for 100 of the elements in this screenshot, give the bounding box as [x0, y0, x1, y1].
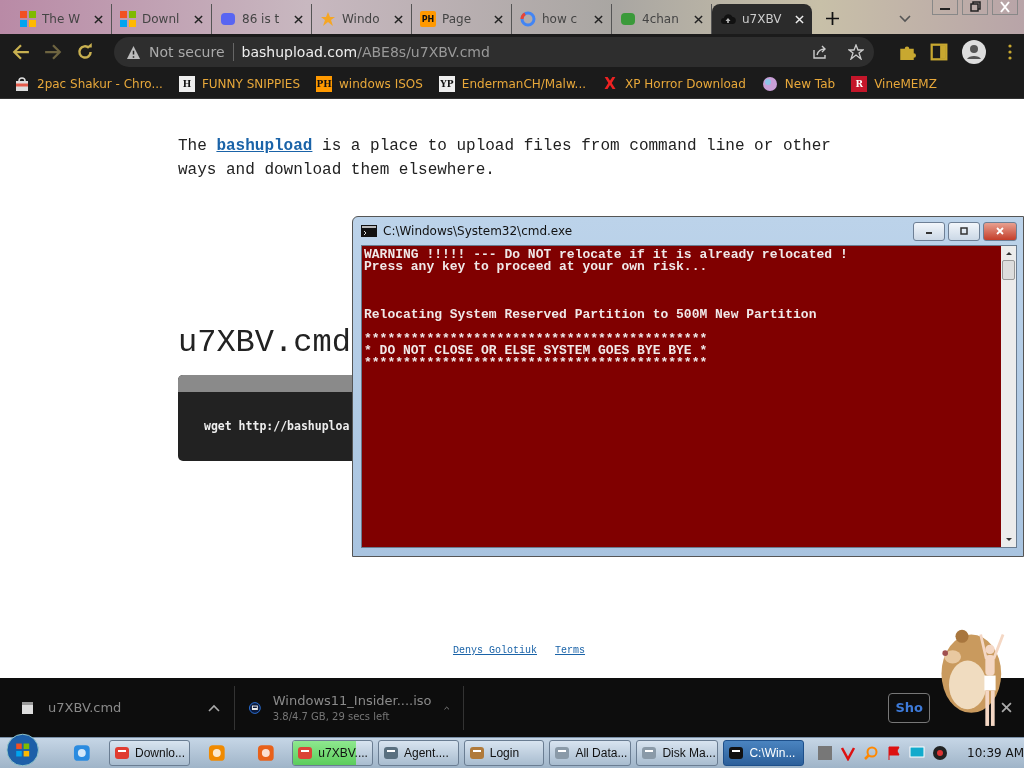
taskbar-button[interactable]: u7XBV.... — [292, 740, 373, 766]
app-icon — [383, 745, 399, 761]
site-icon: PH — [420, 11, 436, 27]
site-icon: R — [851, 76, 868, 92]
close-button[interactable] — [983, 221, 1017, 241]
tab-title: 86 is t — [242, 12, 281, 26]
close-icon[interactable] — [594, 14, 603, 24]
file-icon — [20, 699, 36, 716]
bookmark[interactable]: YP EndermanCH/Malw... — [438, 76, 587, 92]
console-line: * DO NOT CLOSE OR ELSE SYSTEM GOES BYE BYE * — [364, 345, 709, 357]
security-label: Not secure — [149, 44, 225, 60]
taskbar-button[interactable]: C:\Win... — [723, 740, 805, 766]
download-name: Windows11_Insider....iso — [272, 693, 432, 708]
tab-title: Windo — [342, 12, 381, 26]
window-title: C:\Windows\System32\cmd.exe — [383, 224, 573, 238]
browser-tab[interactable]: u7XBV — [712, 4, 812, 34]
cloud-upload-icon — [720, 11, 736, 27]
tray-icon[interactable] — [817, 745, 834, 761]
site-icon: X — [602, 76, 619, 92]
maximize-icon — [959, 227, 969, 235]
app-icon — [468, 745, 485, 761]
menu-icon[interactable] — [1008, 44, 1012, 60]
globe-icon — [761, 76, 778, 92]
chevron-down-icon[interactable] — [899, 15, 911, 23]
tab-title: The W — [42, 12, 81, 26]
shopping-bag-icon — [14, 76, 30, 92]
tab-title: how c — [542, 12, 579, 26]
minimize-icon[interactable] — [932, 0, 958, 15]
site-icon — [620, 11, 636, 27]
app-icon[interactable] — [72, 743, 92, 763]
bookmark[interactable]: H FUNNY SNIPPIES — [178, 76, 301, 92]
close-icon — [995, 227, 1005, 235]
maximize-button[interactable] — [948, 221, 980, 241]
forward-arrow-icon[interactable] — [44, 43, 62, 61]
minimize-button[interactable] — [913, 221, 945, 241]
taskbar-button[interactable]: Disk Ma... — [636, 740, 719, 766]
tab-title: 4chan — [642, 12, 680, 26]
console-line: WARNING !!!!! --- Do NOT relocate if it is already relocated ! — [364, 249, 849, 261]
close-icon[interactable] — [1001, 702, 1012, 713]
download-item[interactable]: u7XBV.cmd — [20, 685, 235, 730]
console-icon — [361, 225, 377, 237]
close-icon[interactable] — [94, 14, 103, 24]
taskbar-button[interactable]: Agent.... — [378, 740, 459, 766]
close-icon[interactable] — [194, 14, 203, 24]
bookmark[interactable]: New Tab — [761, 76, 836, 92]
footer-link[interactable]: Denys Golotiuk — [453, 645, 537, 656]
bookmark[interactable]: R VineMEMZ — [851, 76, 937, 92]
site-icon: YP — [438, 76, 455, 92]
caret-icon[interactable] — [208, 703, 220, 712]
new-tab-icon[interactable] — [826, 12, 839, 25]
taskbar-button[interactable]: Login — [463, 740, 545, 766]
scroll-thumb[interactable] — [1002, 260, 1015, 280]
close-icon[interactable] — [694, 14, 703, 24]
start-button[interactable] — [6, 733, 40, 767]
console-line: ******************************************** — [364, 357, 709, 369]
site-icon — [220, 11, 236, 27]
tab-title: Downl — [142, 12, 181, 26]
close-icon[interactable] — [394, 14, 403, 24]
scrollbar[interactable] — [1001, 246, 1016, 547]
share-icon[interactable] — [812, 44, 828, 60]
star-icon — [320, 11, 336, 27]
windows-logo-icon — [20, 11, 36, 27]
app-icon — [554, 745, 571, 761]
download-item[interactable]: Windows11_Insider....iso 3.8/4.7 GB, 29 secs left — [249, 685, 464, 730]
close-icon[interactable] — [294, 14, 303, 24]
download-status: 3.8/4.7 GB, 29 secs left — [272, 711, 391, 722]
taskbar-button[interactable]: All Data... — [549, 740, 632, 766]
footer-link[interactable]: Terms — [555, 645, 585, 656]
bookmark[interactable]: PH windows ISOS — [316, 76, 423, 92]
address-bar[interactable]: Not secure bashupload.com/ABE8s/u7XBV.cmd — [114, 37, 874, 67]
flag-icon[interactable] — [886, 745, 903, 761]
bookmark[interactable]: 2pac Shakur - Chro... — [14, 76, 163, 92]
speaker-icon[interactable] — [932, 745, 949, 761]
show-all-button[interactable]: Sho — [888, 692, 930, 723]
file-name-heading: u7XBV.cmd — [178, 325, 351, 361]
windows-logo-icon — [120, 11, 136, 27]
console-line: ******************************************** — [364, 333, 709, 345]
intro-text: The bashupload is a place to upload files from command line or other ways and download them elsewhere. — [178, 136, 832, 181]
profile-icon[interactable] — [962, 40, 986, 64]
bookmark[interactable]: X XP Horror Download — [602, 76, 746, 92]
console-line: Relocating System Reserved Partition to 500M New Partition — [364, 309, 818, 321]
taskbar-button[interactable]: Downlo... — [109, 740, 191, 766]
console-line: Press any key to proceed at your own risk... — [364, 261, 708, 273]
side-panel-icon[interactable] — [930, 43, 948, 61]
back-arrow-icon[interactable] — [12, 43, 30, 61]
star-icon[interactable] — [848, 44, 864, 60]
check-mark-icon[interactable] — [840, 745, 857, 761]
app-icon — [728, 745, 745, 761]
app-icon — [297, 745, 314, 761]
site-icon: H — [178, 76, 195, 92]
site-icon: PH — [316, 76, 333, 92]
reload-icon[interactable] — [76, 43, 94, 61]
command-text: wget http://bashuploa — [204, 419, 350, 433]
app-icon[interactable] — [255, 743, 276, 763]
restore-icon[interactable] — [962, 0, 988, 15]
tab-title: u7XBV — [742, 12, 783, 26]
close-icon[interactable] — [494, 14, 503, 24]
warning-icon — [126, 44, 141, 60]
bashupload-link[interactable]: bashupload — [216, 137, 313, 155]
url-text: bashupload.com/ABE8s/u7XBV.cmd — [241, 44, 491, 60]
